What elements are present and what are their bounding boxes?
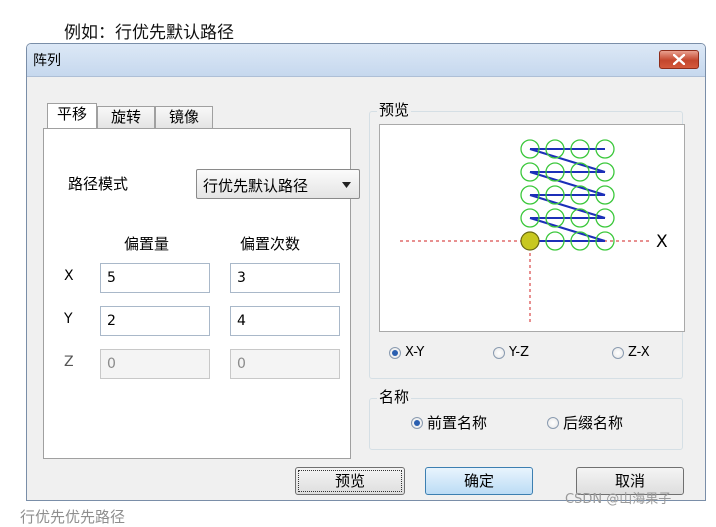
path-mode-label: 路径模式 [68,175,129,193]
array-origin-node [520,231,540,251]
preview-button[interactable]: 预览 [295,467,405,495]
offset-z-input: 0 [100,349,210,379]
suffix-name-radio[interactable]: 后缀名称 [547,412,623,433]
plane-zx-label: Z-X [628,345,650,360]
tab-translate[interactable]: 平移 [47,103,97,128]
axis-x-text: X [656,232,668,252]
offset-header: 偏置量 [124,235,170,253]
naming-group-title: 名称 [377,386,412,407]
close-x-icon [673,54,685,65]
prefix-name-radio[interactable]: 前置名称 [411,412,487,433]
plane-xy-label: X-Y [405,345,425,360]
radio-dot [411,416,423,429]
preview-canvas: X [379,124,685,332]
axis-y-label: Y [64,311,73,327]
count-x-input[interactable]: 3 [230,263,340,293]
array-dialog: 阵列 平移 旋转 镜像 路径模式 行优先默认路径 偏置量 偏置次数 X 5 3 … [26,43,706,501]
radio-dot [389,346,401,359]
radio-dot [547,416,559,429]
suffix-name-label: 后缀名称 [563,414,624,432]
offset-y-input[interactable]: 2 [100,306,210,336]
offset-x-input[interactable]: 5 [100,263,210,293]
axis-z-label: Z [64,354,74,370]
window-title: 阵列 [33,53,61,69]
count-y-input[interactable]: 4 [230,306,340,336]
path-mode-select[interactable]: 行优先默认路径 [196,169,360,199]
plane-yz-radio[interactable]: Y-Z [493,345,529,360]
radio-dot [493,346,505,359]
path-return-segment [529,193,606,220]
path-return-segment [529,147,606,174]
preview-group-title: 预览 [377,99,412,120]
ok-button[interactable]: 确定 [425,467,533,495]
title-bar: 阵列 [27,44,705,77]
plane-yz-label: Y-Z [509,345,529,360]
count-header: 偏置次数 [240,235,301,253]
chevron-down-icon [342,182,351,188]
array-path-diagram: X [400,139,668,325]
tab-mirror[interactable]: 镜像 [155,106,213,128]
close-button[interactable] [659,50,699,69]
prefix-name-label: 前置名称 [427,414,488,432]
translate-panel: 路径模式 行优先默认路径 偏置量 偏置次数 X 5 3 Y 2 4 Z 0 0 [43,128,360,459]
path-return-segment [529,170,606,197]
plane-zx-radio[interactable]: Z-X [612,345,650,360]
count-z-input: 0 [230,349,340,379]
watermark-text: CSDN @山海果子 [565,492,672,507]
plane-xy-radio[interactable]: X-Y [389,345,424,360]
axis-x-label: X [64,268,74,284]
radio-dot [612,346,624,359]
path-mode-value: 行优先默认路径 [203,177,309,195]
tab-rotate[interactable]: 旋转 [97,106,155,128]
path-return-segment [529,216,606,243]
document-caption: 例如：行优先默认路径 [64,23,234,43]
